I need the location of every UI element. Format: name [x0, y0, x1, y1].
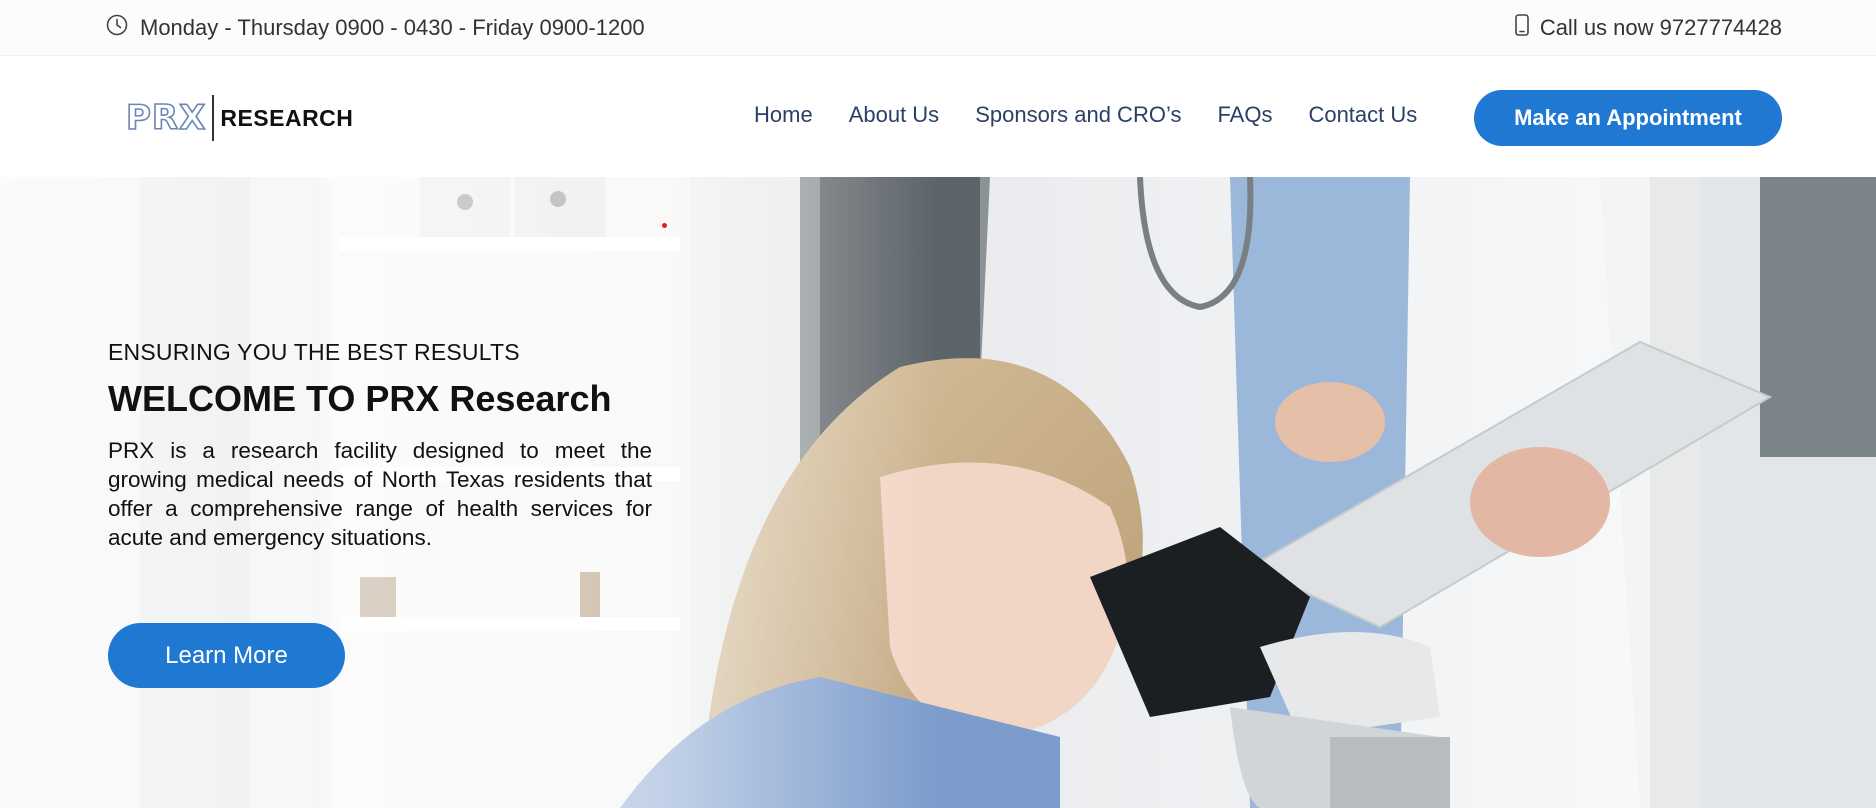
- learn-more-button[interactable]: Learn More: [108, 623, 345, 688]
- logo-word: RESEARCH: [220, 104, 354, 131]
- hero-eyebrow: ENSURING YOU THE BEST RESULTS: [108, 339, 520, 365]
- hero-title: WELCOME TO PRX Research: [108, 378, 612, 419]
- hero-content: ENSURING YOU THE BEST RESULTS WELCOME TO…: [108, 339, 660, 552]
- hero-section: ENSURING YOU THE BEST RESULTS WELCOME TO…: [0, 177, 1876, 808]
- top-info-bar: Monday - Thursday 0900 - 0430 - Friday 0…: [0, 0, 1876, 56]
- office-hours: Monday - Thursday 0900 - 0430 - Friday 0…: [106, 14, 645, 42]
- nav-home[interactable]: Home: [754, 102, 813, 128]
- main-nav: Home About Us Sponsors and CRO’s FAQs Co…: [754, 102, 1417, 128]
- nav-about-us[interactable]: About Us: [849, 102, 940, 128]
- phone-contact[interactable]: Call us now 9727774428: [1514, 14, 1782, 42]
- hero-description: PRX is a research facility designed to m…: [108, 438, 652, 550]
- nav-contact-us[interactable]: Contact Us: [1308, 102, 1417, 128]
- logo-divider: [212, 95, 215, 141]
- mobile-phone-icon: [1514, 14, 1530, 42]
- cursor-dot: [662, 223, 667, 228]
- phone-text[interactable]: Call us now 9727774428: [1540, 15, 1782, 41]
- site-logo[interactable]: PRX RESEARCH: [125, 94, 354, 142]
- nav-faqs[interactable]: FAQs: [1217, 102, 1272, 128]
- clock-icon: [106, 14, 128, 42]
- nav-sponsors[interactable]: Sponsors and CRO’s: [975, 102, 1181, 128]
- logo-mark: PRX: [125, 97, 207, 139]
- site-header: PRX RESEARCH Home About Us Sponsors and …: [0, 56, 1876, 177]
- make-appointment-button[interactable]: Make an Appointment: [1474, 90, 1782, 146]
- office-hours-text: Monday - Thursday 0900 - 0430 - Friday 0…: [140, 15, 645, 40]
